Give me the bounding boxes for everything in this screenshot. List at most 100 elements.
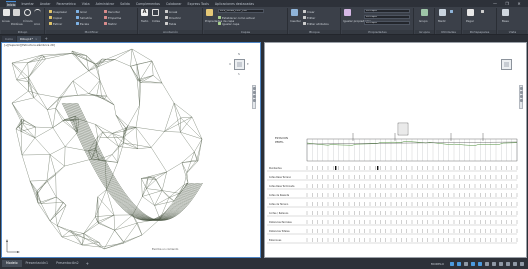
workspace-gear-icon[interactable] xyxy=(513,261,517,266)
menu-tab-8[interactable]: Colaborar xyxy=(165,1,183,7)
ribbon-group-title-view[interactable]: Vista xyxy=(498,30,527,34)
match-properties-icon[interactable] xyxy=(344,9,351,16)
base-view-icon[interactable] xyxy=(502,9,509,16)
scale-icon[interactable] xyxy=(76,22,79,25)
viewcube-right[interactable] xyxy=(501,59,512,70)
viewcube-top-face[interactable] xyxy=(237,62,242,67)
move-tool-label[interactable]: Desplazar xyxy=(53,10,67,14)
menu-tab-7[interactable]: Complementos xyxy=(135,1,161,7)
zoom-icon[interactable] xyxy=(520,91,523,94)
orbit-icon[interactable] xyxy=(520,95,523,98)
compass-west[interactable]: O xyxy=(229,63,231,66)
ribbon-group-title-properties[interactable]: Propiedades xyxy=(342,30,413,34)
line-icon[interactable] xyxy=(3,9,10,16)
model-space-indicator[interactable]: MODELO xyxy=(431,262,444,266)
snap-icon[interactable] xyxy=(457,261,461,266)
showmotion-icon[interactable] xyxy=(253,99,256,102)
ortho-icon[interactable] xyxy=(464,261,468,266)
osnap-icon[interactable] xyxy=(478,261,482,266)
edit-attributes-label[interactable]: Editar atributos xyxy=(307,22,329,26)
array-tool-label[interactable]: Matriz xyxy=(108,22,117,26)
group-tool-label[interactable]: Grupo xyxy=(419,19,428,23)
dimension-tool-label[interactable]: Cotas xyxy=(152,19,160,23)
current-layer-select[interactable]: DES_LONG_EDIF_LIN xyxy=(218,9,264,13)
transparency-icon[interactable] xyxy=(499,261,503,266)
base-view-label[interactable]: Base xyxy=(502,19,509,23)
ribbon-group-title-groups[interactable]: Grupos xyxy=(415,30,434,34)
rotate-icon[interactable] xyxy=(76,10,79,13)
edit-block-label[interactable]: Editar xyxy=(307,16,315,20)
match-layer-icon[interactable] xyxy=(218,22,221,25)
edit-block-icon[interactable] xyxy=(303,16,306,19)
rotate-tool-label[interactable]: Girar xyxy=(80,10,87,14)
close-icon[interactable]: × xyxy=(35,37,38,41)
set-current-label[interactable]: Establecer como actual xyxy=(222,16,255,20)
stretch-icon[interactable] xyxy=(49,22,52,25)
mirror-tool-label[interactable]: Simetría xyxy=(80,16,92,20)
match-layer-label[interactable]: Igualar capa xyxy=(222,22,239,26)
compass-north[interactable]: N xyxy=(238,53,240,56)
menu-tab-6[interactable]: Salida xyxy=(119,1,131,7)
grid-icon[interactable] xyxy=(450,261,454,266)
table-tool-label[interactable]: Tabla xyxy=(169,22,176,26)
layer-properties-icon[interactable] xyxy=(206,9,213,16)
viewcube[interactable] xyxy=(234,59,245,70)
lineweight-select[interactable]: PorCapa xyxy=(364,21,410,25)
menu-tab-4[interactable]: Vista xyxy=(81,1,91,7)
dimension-icon[interactable] xyxy=(152,9,159,16)
annotation-scale-icon[interactable] xyxy=(506,261,510,266)
zoom-icon[interactable] xyxy=(253,91,256,94)
leader-icon[interactable] xyxy=(165,16,168,19)
layout-tab-layout1[interactable]: Presentación1 xyxy=(22,260,53,267)
menu-tab-10[interactable]: Aplicaciones destacadas xyxy=(214,1,255,7)
array-icon[interactable] xyxy=(104,22,107,25)
ribbon-group-title-block[interactable]: Bloque xyxy=(289,30,340,34)
tin-surface-drawing[interactable] xyxy=(2,43,260,257)
pan-icon[interactable] xyxy=(520,87,523,90)
measure-tool-label[interactable]: Medir xyxy=(438,19,446,23)
menu-tab-3[interactable]: Parametrico xyxy=(56,1,77,7)
circle-icon[interactable] xyxy=(24,9,31,16)
polar-icon[interactable] xyxy=(471,261,475,266)
create-block-label[interactable]: Crear xyxy=(307,10,315,14)
line-tool-label[interactable]: Línea xyxy=(2,19,10,23)
menu-tab-1[interactable]: Insertar xyxy=(20,1,34,7)
create-block-icon[interactable] xyxy=(303,10,306,13)
menu-tab-0[interactable]: Inicio xyxy=(6,0,17,7)
layout-tab-layout2[interactable]: Presentación2 xyxy=(52,260,83,267)
ribbon-group-title-clipboard[interactable]: Portapapeles xyxy=(463,30,496,34)
viewcube-right-top-face[interactable] xyxy=(504,62,509,67)
move-icon[interactable] xyxy=(49,10,52,13)
ribbon-group-title-draw[interactable]: Dibujo xyxy=(1,30,44,34)
copy-tool-label[interactable]: Copiar xyxy=(53,16,62,20)
command-line[interactable]: Escriba un comando xyxy=(152,248,178,251)
set-current-icon[interactable] xyxy=(218,16,221,19)
circle-tool-label[interactable]: Círculo xyxy=(23,19,33,23)
leader-tool-label[interactable]: Directriz xyxy=(169,16,181,20)
copy-clip-icon[interactable] xyxy=(481,10,484,13)
arc-tool-label[interactable]: Arco xyxy=(34,22,40,26)
group-icon[interactable] xyxy=(421,9,428,16)
paste-tool-label[interactable]: Pegar xyxy=(466,19,474,23)
mirror-icon[interactable] xyxy=(76,16,79,19)
edit-attributes-icon[interactable] xyxy=(303,22,306,25)
lineweight-icon[interactable] xyxy=(492,261,496,266)
trim-tool-label[interactable]: Recortar xyxy=(108,10,120,14)
linetype-select[interactable]: PorCapa xyxy=(364,15,410,19)
scale-tool-label[interactable]: Escala xyxy=(80,22,89,26)
orbit-icon[interactable] xyxy=(253,95,256,98)
measure-icon[interactable] xyxy=(439,9,446,16)
showmotion-icon[interactable] xyxy=(520,99,523,102)
text-tool-label[interactable]: Texto xyxy=(141,19,148,23)
insert-block-label[interactable]: Insertar xyxy=(290,19,301,23)
insert-block-icon[interactable] xyxy=(291,9,298,16)
compass-east[interactable]: E xyxy=(247,63,249,66)
menu-tab-2[interactable]: Anotar xyxy=(39,1,52,7)
longitudinal-profile-drawing[interactable]: ESTACIONPERFIL Pendientes Cotas Rasa Terre… xyxy=(265,43,526,257)
ribbon-group-title-utilities[interactable]: Utilidades xyxy=(436,30,461,34)
ribbon-group-title-layers[interactable]: Capas xyxy=(204,30,287,34)
close-button[interactable]: ✕ xyxy=(516,1,522,6)
text-icon[interactable]: A xyxy=(141,9,148,16)
customize-menu-icon[interactable] xyxy=(520,261,524,266)
stretch-tool-label[interactable]: Estirar xyxy=(53,22,62,26)
